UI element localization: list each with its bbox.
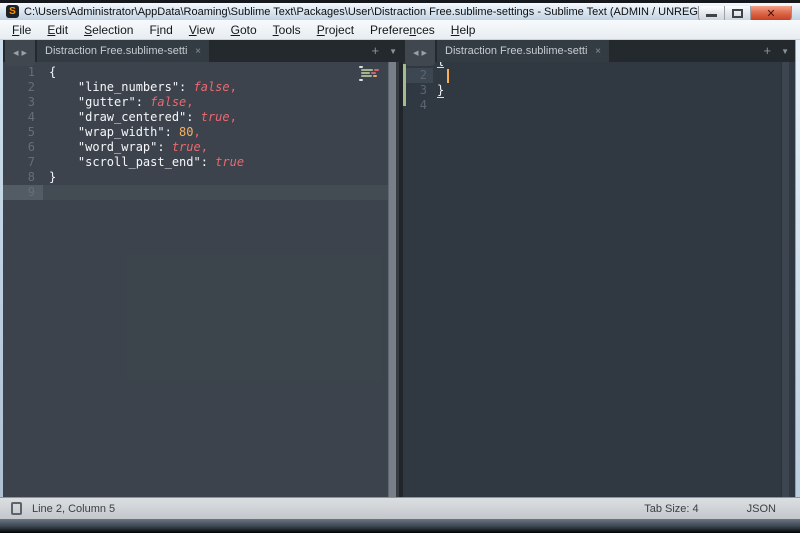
- menu-edit[interactable]: Edit: [39, 21, 76, 39]
- titlebar[interactable]: S C:\Users\Administrator\AppData\Roaming…: [0, 0, 800, 20]
- panel-switcher-icon[interactable]: [11, 502, 22, 515]
- editor-pane-left[interactable]: 1{2 "line_numbers": false,3 "gutter": fa…: [3, 62, 399, 497]
- sublime-app-icon: S: [6, 5, 19, 18]
- menubar: FileEditSelectionFindViewGotoToolsProjec…: [0, 20, 800, 40]
- code-line-4: 4: [403, 98, 791, 113]
- code-line-1: 1{: [3, 65, 399, 80]
- line-number: 2: [3, 80, 43, 95]
- tab-left-pane[interactable]: Distraction Free.sublime-settings ×: [37, 40, 209, 62]
- line-number: 3: [3, 95, 43, 110]
- scroll-left-icon[interactable]: ◀: [13, 49, 18, 57]
- scroll-left-icon[interactable]: ◀: [413, 49, 418, 57]
- right-tab-bar: ◀ ▶ Distraction Free.sublime-settings × …: [403, 40, 795, 62]
- editor-pane-right[interactable]: 1{23}4: [403, 62, 791, 497]
- code-line-3: 3 "gutter": false,: [3, 95, 399, 110]
- close-icon: ✕: [751, 7, 791, 21]
- line-number: 9: [3, 185, 43, 200]
- diff-added-marker: [403, 64, 406, 106]
- minimize-button[interactable]: [699, 6, 725, 21]
- tab-bar-actions: + ▼: [763, 40, 789, 62]
- line-number: 2: [403, 68, 433, 83]
- line-number: 6: [3, 140, 43, 155]
- code-text: }: [433, 83, 444, 98]
- maximize-icon: [732, 9, 743, 18]
- scroll-right-icon[interactable]: ▶: [22, 49, 27, 57]
- menu-tools[interactable]: Tools: [265, 21, 309, 39]
- code-text: "line_numbers": false,: [43, 80, 237, 95]
- code-text: "word_wrap": true,: [43, 140, 208, 155]
- text-caret: [447, 69, 449, 83]
- scrollbar-track-edge: [396, 62, 399, 497]
- window-border-right: [795, 40, 800, 519]
- new-tab-icon[interactable]: +: [371, 41, 379, 61]
- line-number: 8: [3, 170, 43, 185]
- cursor-position-label: Line 2, Column 5: [32, 503, 115, 515]
- maximize-button[interactable]: [725, 6, 751, 21]
- code-text: "gutter": false,: [43, 95, 194, 110]
- syntax-indicator[interactable]: JSON: [747, 503, 776, 515]
- menu-goto[interactable]: Goto: [223, 21, 265, 39]
- tab-title: Distraction Free.sublime-settings: [445, 45, 587, 57]
- code-line-2: 2 "line_numbers": false,: [3, 80, 399, 95]
- code-line-6: 6 "word_wrap": true,: [3, 140, 399, 155]
- code-line-9: 9: [3, 185, 399, 200]
- scroll-right-icon[interactable]: ▶: [422, 49, 427, 57]
- window-border-left: [0, 40, 3, 519]
- close-button[interactable]: ✕: [751, 6, 791, 21]
- menu-project[interactable]: Project: [309, 21, 362, 39]
- line-number: 5: [3, 125, 43, 140]
- left-tab-bar: ◀ ▶ Distraction Free.sublime-settings × …: [3, 40, 403, 62]
- code-text: [433, 68, 437, 83]
- code-line-3: 3}: [403, 83, 791, 98]
- vertical-scrollbar-left[interactable]: [388, 62, 396, 497]
- code-line-4: 4 "draw_centered": true,: [3, 110, 399, 125]
- line-number: 1: [3, 65, 43, 80]
- tab-title: Distraction Free.sublime-settings: [45, 45, 187, 57]
- code-line-7: 7 "scroll_past_end": true: [3, 155, 399, 170]
- menu-find[interactable]: Find: [141, 21, 180, 39]
- vertical-scrollbar-right[interactable]: [781, 62, 789, 497]
- menu-view[interactable]: View: [181, 21, 223, 39]
- menu-selection[interactable]: Selection: [76, 21, 141, 39]
- tab-scroll-arrows[interactable]: ◀ ▶: [405, 40, 435, 66]
- minimap[interactable]: [359, 66, 385, 82]
- tab-overflow-icon[interactable]: ▼: [781, 47, 789, 56]
- tab-close-icon[interactable]: ×: [595, 46, 601, 57]
- line-number: 4: [3, 110, 43, 125]
- code-area-left[interactable]: 1{2 "line_numbers": false,3 "gutter": fa…: [3, 62, 399, 200]
- editor-group: 1{2 "line_numbers": false,3 "gutter": fa…: [3, 62, 795, 497]
- line-number: 4: [403, 98, 433, 113]
- tab-overflow-icon[interactable]: ▼: [389, 47, 397, 56]
- tab-scroll-arrows[interactable]: ◀ ▶: [5, 40, 35, 66]
- menu-help[interactable]: Help: [443, 21, 484, 39]
- window-border-bottom: [0, 519, 800, 533]
- minimize-icon: [706, 14, 717, 17]
- statusbar: Line 2, Column 5 Tab Size: 4 JSON: [0, 497, 800, 519]
- tab-size-indicator[interactable]: Tab Size: 4: [644, 503, 698, 515]
- menu-file[interactable]: File: [4, 21, 39, 39]
- code-text: }: [43, 170, 56, 185]
- sublime-text-window: S C:\Users\Administrator\AppData\Roaming…: [0, 0, 800, 533]
- code-area-right[interactable]: 1{23}4: [403, 62, 791, 113]
- code-line-8: 8}: [3, 170, 399, 185]
- code-text: "scroll_past_end": true: [43, 155, 244, 170]
- code-text: [43, 185, 49, 200]
- tab-bars: ◀ ▶ Distraction Free.sublime-settings × …: [3, 40, 795, 62]
- new-tab-icon[interactable]: +: [763, 41, 771, 61]
- code-line-2: 2: [403, 68, 791, 83]
- code-text: "wrap_width": 80,: [43, 125, 201, 140]
- code-text: "draw_centered": true,: [43, 110, 237, 125]
- tab-right-pane[interactable]: Distraction Free.sublime-settings ×: [437, 40, 609, 62]
- menu-preferences[interactable]: Preferences: [362, 21, 443, 39]
- code-text: [433, 98, 437, 113]
- line-number: 3: [403, 83, 433, 98]
- line-number: 7: [3, 155, 43, 170]
- code-line-5: 5 "wrap_width": 80,: [3, 125, 399, 140]
- window-title: C:\Users\Administrator\AppData\Roaming\S…: [24, 6, 749, 18]
- tab-close-icon[interactable]: ×: [195, 46, 201, 57]
- code-text: {: [43, 65, 56, 80]
- tab-bar-actions: + ▼: [371, 40, 397, 62]
